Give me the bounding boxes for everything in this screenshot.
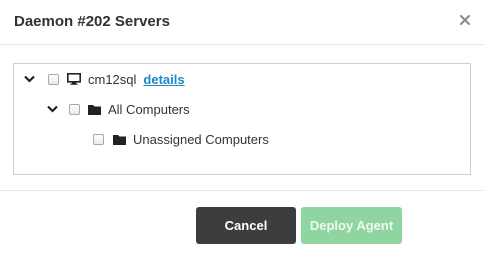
node-label: cm12sql bbox=[88, 71, 137, 87]
details-link[interactable]: details bbox=[143, 72, 184, 87]
cancel-button[interactable]: Cancel bbox=[196, 207, 296, 244]
footer-divider bbox=[0, 190, 484, 191]
monitor-icon bbox=[67, 73, 81, 85]
node-label: All Computers bbox=[108, 101, 190, 117]
tree-node-unassigned-computers: Unassigned Computers bbox=[93, 129, 269, 149]
node-checkbox[interactable] bbox=[48, 73, 59, 85]
modal-title: Daemon #202 Servers bbox=[14, 13, 170, 30]
folder-icon bbox=[88, 104, 101, 115]
deploy-agent-button[interactable]: Deploy Agent bbox=[301, 207, 402, 244]
close-button[interactable] bbox=[456, 11, 474, 29]
folder-icon bbox=[113, 134, 126, 145]
node-label: Unassigned Computers bbox=[133, 131, 269, 147]
chevron-down-icon[interactable] bbox=[45, 102, 59, 116]
node-checkbox[interactable] bbox=[69, 103, 80, 115]
chevron-down-icon[interactable] bbox=[22, 72, 36, 86]
tree-node-all-computers: All Computers bbox=[45, 99, 190, 119]
node-checkbox[interactable] bbox=[93, 133, 104, 145]
tree-node-cm12sql: cm12sql details bbox=[22, 69, 185, 89]
modal-header: Daemon #202 Servers bbox=[0, 0, 484, 45]
servers-modal: Daemon #202 Servers cm12sql details All … bbox=[0, 0, 484, 256]
server-tree: cm12sql details All Computers Unassigned… bbox=[13, 63, 471, 175]
close-icon bbox=[460, 15, 470, 25]
